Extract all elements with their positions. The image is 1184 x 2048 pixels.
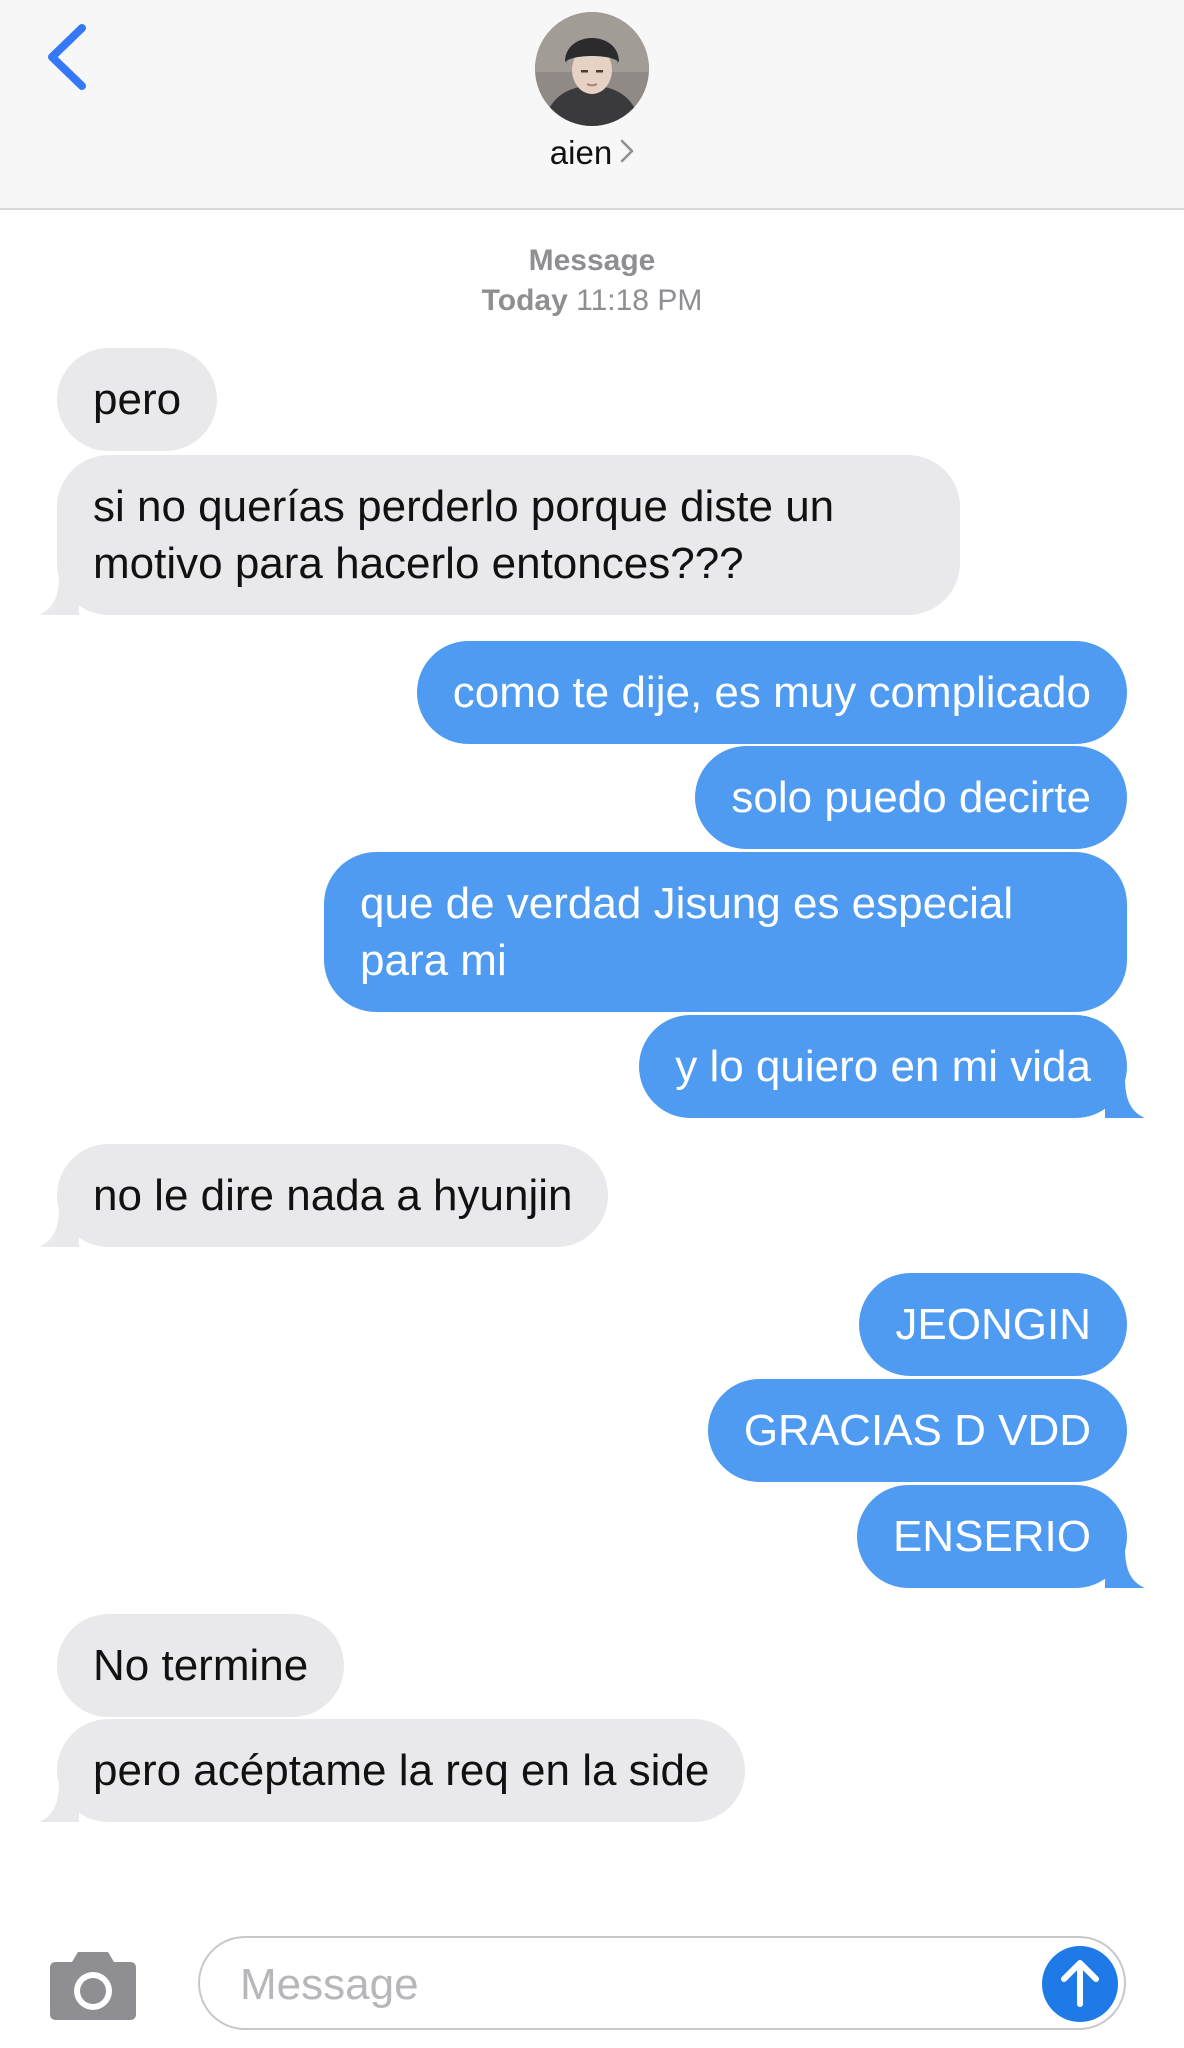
bubble-tail: [1105, 1078, 1145, 1118]
message-text: pero: [93, 375, 182, 424]
timestamp: Today 11:18 PM: [0, 284, 1184, 318]
message-text: no le dire nada a hyunjin: [93, 1171, 573, 1220]
bubble-tail: [39, 1782, 79, 1822]
message-incoming[interactable]: si no querías perderlo porque diste un m…: [39, 455, 960, 615]
message-outgoing[interactable]: que de verdad Jisung es especial para mi: [324, 852, 1127, 1012]
message-outgoing[interactable]: como te dije, es muy complicado: [416, 641, 1127, 744]
message-incoming[interactable]: pero: [57, 348, 218, 451]
message-outgoing[interactable]: GRACIAS D VDD: [707, 1379, 1127, 1482]
message-text: JEONGIN: [895, 1300, 1091, 1349]
chevron-right-icon: [620, 133, 634, 171]
message-incoming[interactable]: pero acéptame la req en la side: [39, 1719, 746, 1822]
contact-name: aien: [549, 134, 613, 171]
camera-button[interactable]: [48, 1948, 138, 2022]
message-text: GRACIAS D VDD: [743, 1406, 1091, 1455]
message-outgoing[interactable]: y lo quiero en mi vida: [639, 1015, 1145, 1118]
conversation-header: aien: [0, 0, 1184, 210]
message-input[interactable]: [238, 1954, 1002, 2016]
message-outgoing[interactable]: solo puedo decirte: [695, 746, 1127, 849]
message-incoming[interactable]: no le dire nada a hyunjin: [39, 1144, 609, 1247]
contact-name-button[interactable]: aien: [0, 134, 1184, 174]
bubble-tail: [39, 575, 79, 615]
timestamp-time: 11:18 PM: [576, 284, 703, 317]
message-text: pero acéptame la req en la side: [93, 1746, 710, 1795]
message-text: No termine: [93, 1641, 309, 1690]
message-input-container: [198, 1936, 1126, 2030]
bubble-tail: [39, 1207, 79, 1247]
message-incoming[interactable]: No termine: [57, 1614, 345, 1717]
message-text: que de verdad Jisung es especial para mi: [360, 879, 1014, 985]
message-text: y lo quiero en mi vida: [675, 1042, 1091, 1091]
message-text: solo puedo decirte: [731, 773, 1091, 822]
message-text: si no querías perderlo porque diste un m…: [93, 482, 835, 588]
back-button[interactable]: [40, 22, 100, 92]
message-outgoing[interactable]: JEONGIN: [859, 1273, 1127, 1376]
chevron-left-icon: [48, 24, 86, 90]
avatar[interactable]: [535, 12, 649, 126]
camera-icon: [50, 1952, 136, 2020]
timestamp-day: Today: [481, 284, 568, 317]
send-button[interactable]: [1042, 1946, 1118, 2022]
message-text: como te dije, es muy complicado: [452, 668, 1091, 717]
message-text: ENSERIO: [892, 1512, 1091, 1561]
bubble-tail: [1105, 1548, 1145, 1588]
message-outgoing[interactable]: ENSERIO: [856, 1485, 1145, 1588]
arrow-up-icon: [1061, 1960, 1099, 2007]
service-label: Message: [528, 244, 656, 277]
